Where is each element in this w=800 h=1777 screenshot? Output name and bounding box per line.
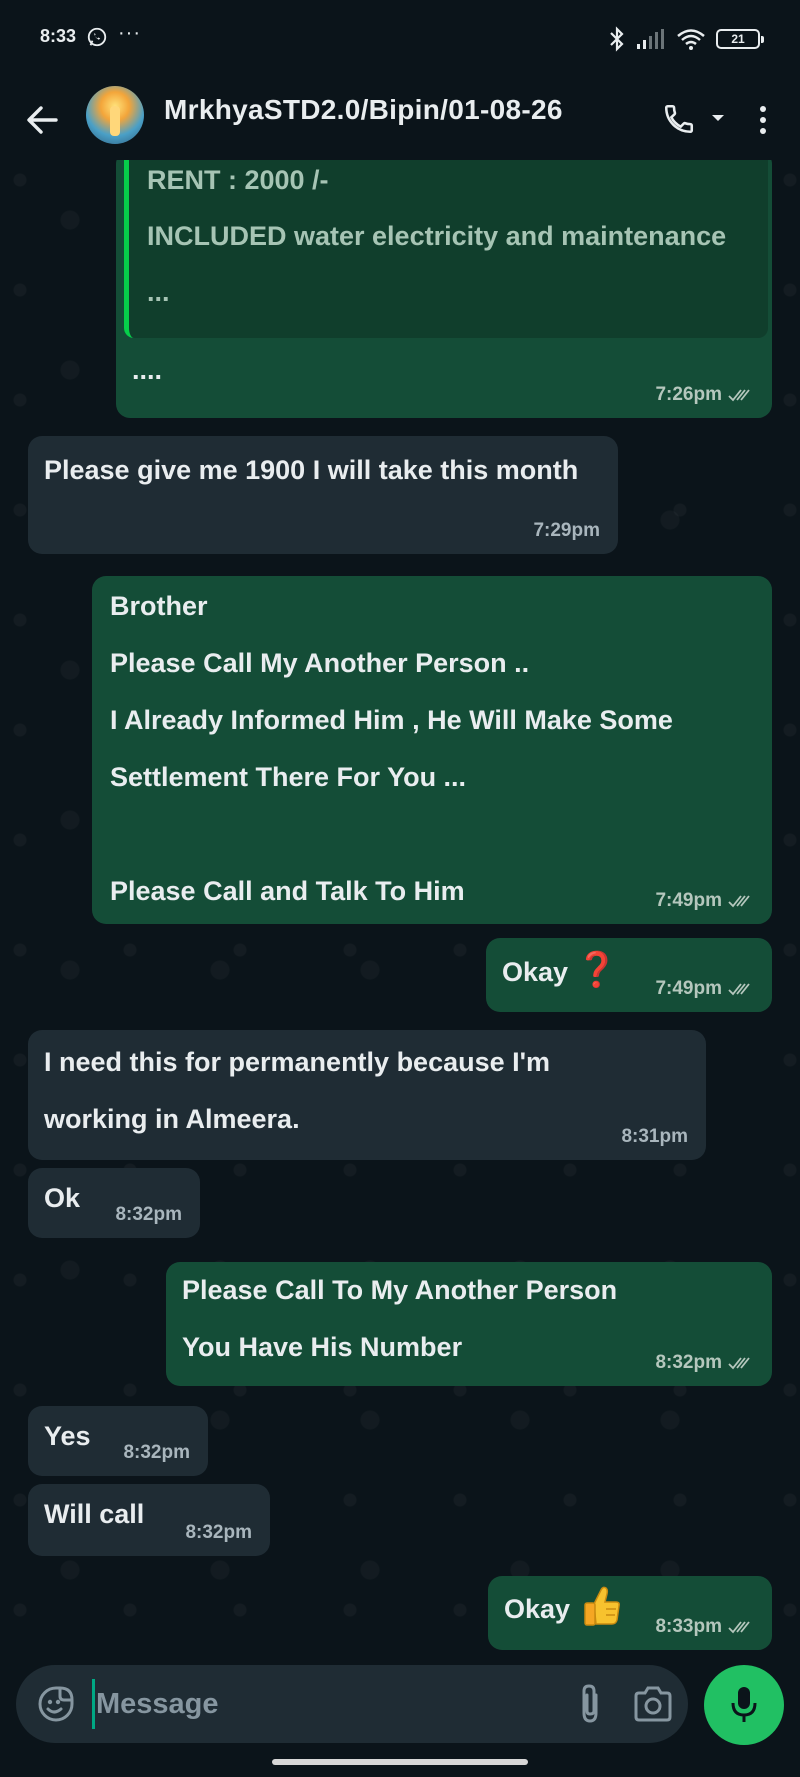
message-time: 8:31pm bbox=[621, 1126, 688, 1147]
message-meta: 8:33pm bbox=[655, 1616, 754, 1638]
message-meta: 7:29pm bbox=[533, 520, 600, 542]
wifi-icon bbox=[677, 29, 705, 50]
camera-icon[interactable] bbox=[632, 1684, 674, 1724]
double-check-icon bbox=[728, 983, 750, 996]
message-time: 8:32pm bbox=[185, 1522, 252, 1543]
message-composer[interactable] bbox=[16, 1665, 688, 1743]
sticker-emoji-icon[interactable] bbox=[36, 1684, 76, 1724]
chevron-down-icon[interactable] bbox=[708, 108, 728, 128]
dot-icon bbox=[760, 128, 766, 134]
dot-icon bbox=[760, 117, 766, 123]
paperclip-icon[interactable] bbox=[572, 1683, 608, 1725]
whatsapp-notification-icon bbox=[87, 27, 107, 47]
thumbs-up-icon bbox=[582, 1584, 622, 1628]
more-options-button[interactable] bbox=[748, 100, 778, 140]
message-meta: 8:32pm bbox=[123, 1442, 190, 1464]
bluetooth-icon bbox=[610, 26, 624, 52]
message-bubble-incoming[interactable]: Yes 8:32pm bbox=[28, 1406, 208, 1476]
message-bubble-outgoing[interactable]: Brother Please Call My Another Person ..… bbox=[92, 576, 772, 924]
chat-header: MrkhyaSTD2.0/Bipin/01-08-26 bbox=[0, 78, 800, 160]
message-time: 7:26pm bbox=[655, 384, 722, 405]
microphone-icon bbox=[731, 1687, 757, 1722]
message-meta: 7:49pm bbox=[655, 890, 754, 912]
message-input[interactable] bbox=[96, 1679, 536, 1729]
message-time: 8:33pm bbox=[655, 1616, 722, 1637]
battery-icon: 21 bbox=[716, 29, 764, 49]
status-bar: 8:33 ··· 21 bbox=[0, 0, 800, 78]
message-bubble-outgoing[interactable]: Okay 8:33pm bbox=[488, 1576, 772, 1650]
message-meta: 8:31pm bbox=[621, 1126, 688, 1148]
message-meta: 8:32pm bbox=[185, 1522, 252, 1544]
double-check-icon bbox=[728, 389, 750, 402]
message-bubble-outgoing[interactable]: Okay ❓ 7:49pm bbox=[486, 938, 772, 1012]
contact-avatar[interactable] bbox=[86, 86, 144, 144]
dot-icon bbox=[760, 106, 766, 112]
message-time: 7:49pm bbox=[655, 978, 722, 999]
message-time: 8:32pm bbox=[115, 1204, 182, 1225]
message-bubble-outgoing[interactable]: Please Call To My Another Person You Hav… bbox=[166, 1262, 772, 1386]
message-meta: 7:49pm bbox=[655, 978, 754, 1000]
message-text: Okay bbox=[504, 1594, 571, 1624]
status-icons: 21 bbox=[608, 24, 764, 54]
status-time: 8:33 bbox=[40, 26, 77, 46]
battery-level: 21 bbox=[731, 32, 745, 46]
double-check-icon bbox=[728, 1357, 750, 1370]
home-indicator[interactable] bbox=[272, 1759, 528, 1765]
double-check-icon bbox=[728, 1621, 750, 1634]
quoted-line: RENT : 2000 /- bbox=[147, 165, 329, 195]
message-time: 7:29pm bbox=[533, 520, 600, 541]
message-text: I need this for permanently because I'm … bbox=[44, 1047, 551, 1134]
chat-title[interactable]: MrkhyaSTD2.0/Bipin/01-08-26 bbox=[164, 94, 563, 126]
chat-area[interactable]: RENT : 2000 /- INCLUDED water electricit… bbox=[0, 160, 800, 1657]
message-bubble-incoming[interactable]: I need this for permanently because I'm … bbox=[28, 1030, 706, 1160]
message-bubble-incoming[interactable]: Please give me 1900 I will take this mon… bbox=[28, 436, 618, 554]
message-time: 8:32pm bbox=[655, 1352, 722, 1373]
back-button[interactable] bbox=[22, 100, 62, 140]
status-overflow-dots: ··· bbox=[118, 22, 141, 44]
question-mark-emoji: ❓ bbox=[575, 951, 618, 989]
arrow-left-icon bbox=[27, 106, 58, 134]
message-text: Brother Please Call My Another Person ..… bbox=[110, 591, 673, 906]
quoted-message[interactable]: RENT : 2000 /- INCLUDED water electricit… bbox=[124, 160, 768, 338]
voice-message-button[interactable] bbox=[704, 1665, 784, 1745]
message-meta: 7:26pm bbox=[655, 384, 754, 406]
message-bubble-outgoing[interactable]: RENT : 2000 /- INCLUDED water electricit… bbox=[116, 160, 772, 418]
message-time: 7:49pm bbox=[655, 890, 722, 911]
quoted-line: INCLUDED water electricity and maintenan… bbox=[147, 221, 727, 251]
phone-icon bbox=[664, 104, 694, 134]
message-meta: 8:32pm bbox=[115, 1204, 182, 1226]
message-text: .... bbox=[132, 355, 163, 385]
double-check-icon bbox=[728, 895, 750, 908]
voice-call-button[interactable] bbox=[658, 98, 700, 140]
signal-icon bbox=[637, 29, 664, 49]
message-time: 8:32pm bbox=[123, 1442, 190, 1463]
message-text: Please give me 1900 I will take this mon… bbox=[44, 455, 579, 485]
message-meta: 8:32pm bbox=[655, 1352, 754, 1374]
text-cursor bbox=[92, 1679, 95, 1729]
quoted-line: ... bbox=[147, 277, 170, 307]
message-bubble-incoming[interactable]: Will call 8:32pm bbox=[28, 1484, 270, 1556]
message-text: Okay bbox=[502, 957, 569, 987]
message-bubble-incoming[interactable]: Ok 8:32pm bbox=[28, 1168, 200, 1238]
